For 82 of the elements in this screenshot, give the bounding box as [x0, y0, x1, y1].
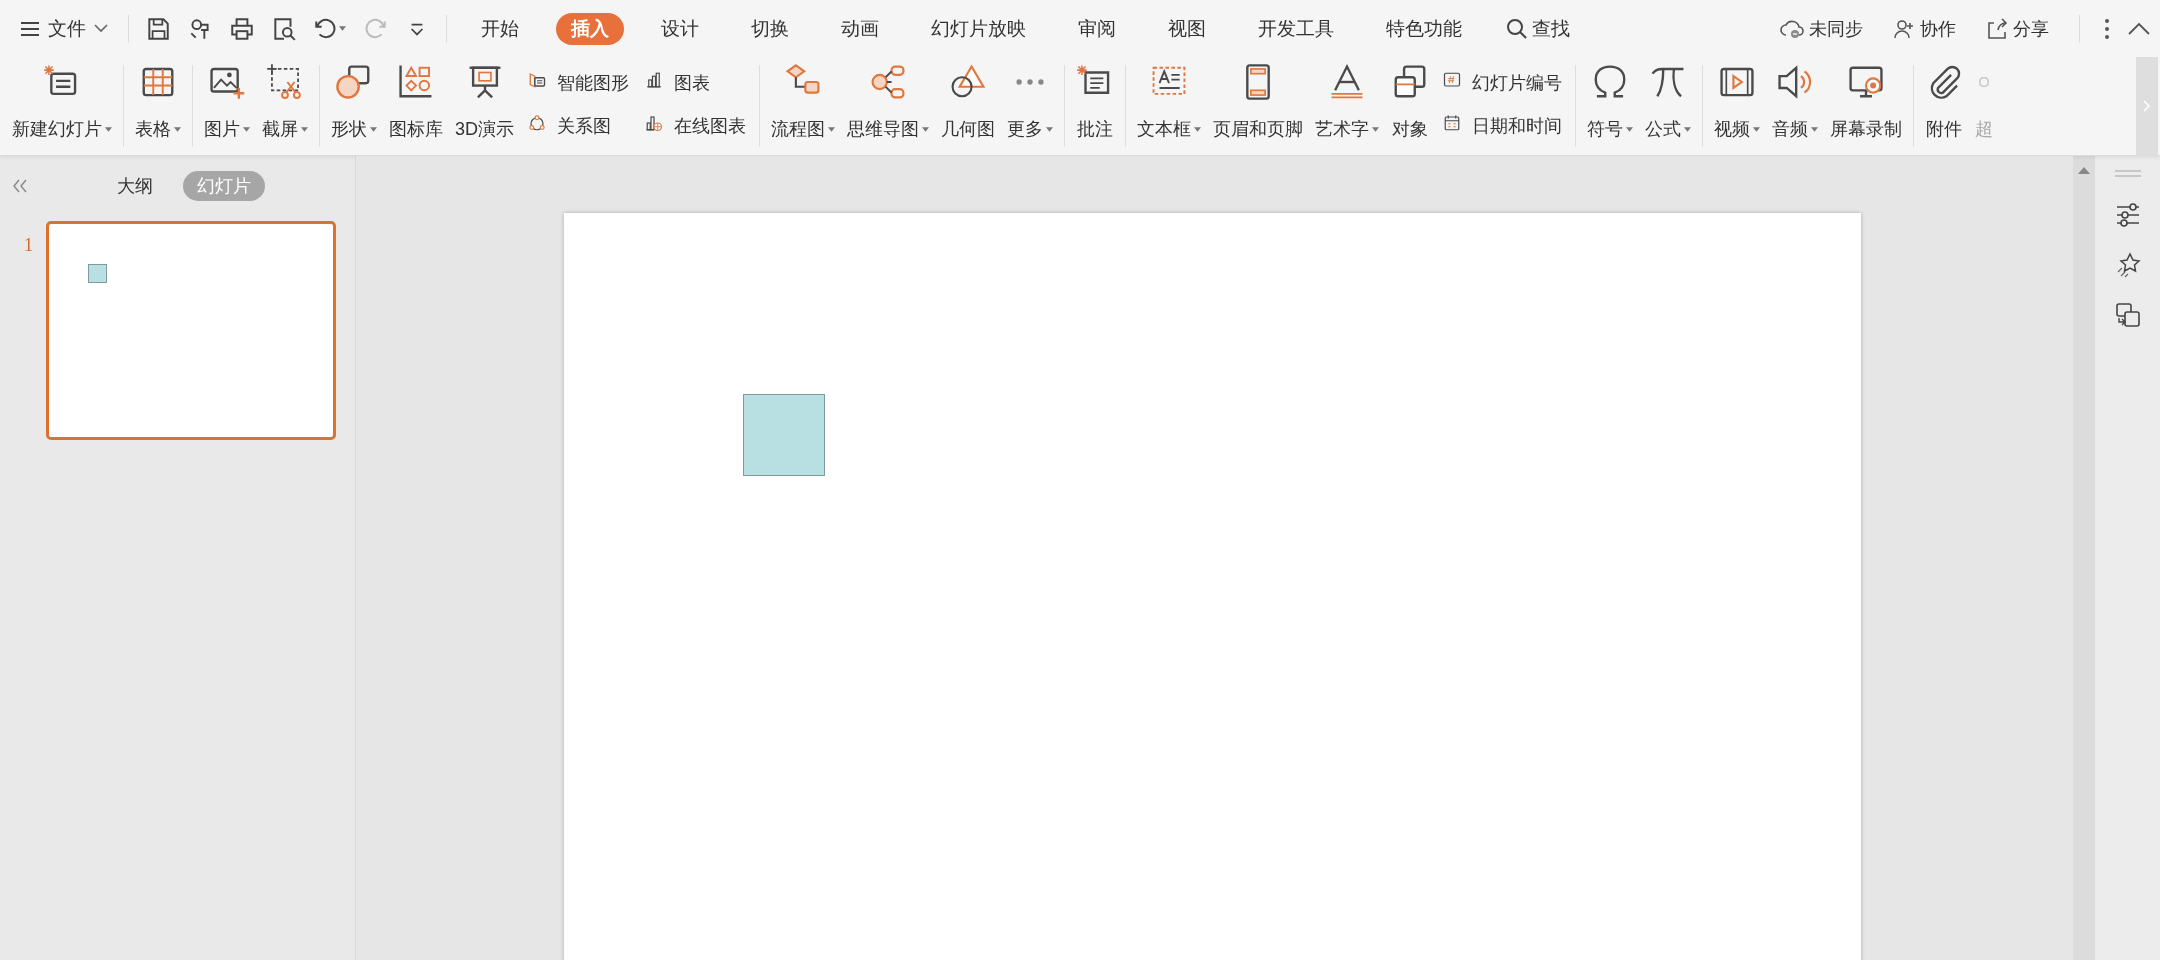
ribbon-button[interactable]: 视频	[1708, 57, 1766, 155]
ribbon-button[interactable]: 思维导图	[841, 57, 935, 155]
ribbon-tab[interactable]: 特色功能	[1371, 12, 1477, 45]
ribbon-button[interactable]: 3D演示	[449, 57, 520, 155]
switch-icon[interactable]	[2114, 302, 2141, 328]
ribbon-button[interactable]: 图标库	[383, 57, 449, 155]
collaborate-button[interactable]: 协作	[1887, 15, 1962, 42]
ribbon-button[interactable]: 几何图	[935, 57, 1001, 155]
caret-icon	[301, 126, 308, 132]
caret-icon	[1811, 126, 1818, 132]
mindmap-icon	[869, 63, 907, 101]
ribbon-button[interactable]: 新建幻灯片	[6, 57, 118, 155]
ribbon-button[interactable]: 图片	[198, 57, 256, 155]
ribbon-button[interactable]: 文本框	[1131, 57, 1207, 155]
file-menu[interactable]: 文件	[10, 9, 118, 48]
ribbon-button[interactable]: 屏幕录制	[1824, 57, 1908, 155]
ribbon-button[interactable]: 页眉和页脚	[1207, 57, 1309, 155]
caret-icon	[370, 126, 377, 132]
scrollbar[interactable]	[2073, 156, 2095, 960]
chevron-down-icon	[94, 24, 108, 33]
ribbon-button[interactable]: 音频	[1766, 57, 1824, 155]
ribbon-button[interactable]: 在线图表	[641, 111, 750, 140]
speaker-icon	[1776, 63, 1814, 101]
caret-icon	[105, 126, 112, 132]
ribbon-tab[interactable]: 视图	[1153, 12, 1221, 45]
caret-icon	[174, 126, 181, 132]
undo-caret-icon	[339, 26, 346, 31]
caret-icon	[1626, 126, 1633, 132]
ribbon-button[interactable]: 批注	[1070, 57, 1120, 155]
caret-icon	[1046, 126, 1053, 132]
settings-icon[interactable]	[2114, 202, 2141, 228]
ribbon-button[interactable]: 公式	[1639, 57, 1697, 155]
ribbon-button[interactable]: 表格	[129, 57, 187, 155]
share-button[interactable]: 分享	[1980, 15, 2055, 42]
caret-icon	[1753, 126, 1760, 132]
menu-icon	[20, 20, 40, 37]
slide-thumbnail[interactable]	[46, 221, 336, 440]
ribbon-button[interactable]: 流程图	[765, 57, 841, 155]
ribbon-button[interactable]: 关系图	[524, 111, 633, 140]
collapse-panel-icon[interactable]	[12, 179, 28, 193]
ribbon-button[interactable]: 符号	[1581, 57, 1639, 155]
print-preview-icon[interactable]	[271, 15, 297, 42]
partial-icon	[1979, 77, 1989, 87]
scissors-icon	[266, 63, 304, 101]
ribbon-tab[interactable]: 动画	[826, 12, 894, 45]
ribbon-tab[interactable]: 审阅	[1063, 12, 1131, 45]
ribbon-button[interactable]: 艺术字	[1309, 57, 1385, 155]
ribbon-button[interactable]: 对象	[1385, 57, 1435, 155]
caret-icon	[1194, 126, 1201, 132]
share-icon	[1986, 17, 2008, 40]
chevron-right-icon	[2143, 100, 2151, 112]
ribbon-tab[interactable]: 设计	[646, 12, 714, 45]
collapse-ribbon-icon[interactable]	[2128, 21, 2150, 36]
ribbon-button[interactable]: 智能图形	[524, 68, 633, 97]
caret-icon	[1372, 126, 1379, 132]
save-icon[interactable]	[145, 15, 171, 42]
ribbon-button[interactable]: 幻灯片编号	[1439, 68, 1566, 97]
ribbon-button[interactable]: 截屏	[256, 57, 314, 155]
ribbon-button[interactable]: 图表	[641, 68, 750, 97]
ribbon-button[interactable]: 形状	[325, 57, 383, 155]
panel-tab[interactable]: 大纲	[103, 171, 167, 201]
caret-icon	[1684, 126, 1691, 132]
search-button[interactable]: 查找	[1500, 14, 1576, 43]
scroll-up-icon[interactable]	[2078, 166, 2090, 174]
ribbon-button[interactable]: 更多	[1001, 57, 1059, 155]
ribbon-tab[interactable]: 开始	[466, 12, 534, 45]
caret-icon	[243, 126, 250, 132]
ribbon-tab[interactable]: 开发工具	[1243, 12, 1349, 45]
drag-handle-icon[interactable]	[2114, 170, 2141, 178]
ribbon-button[interactable]: 附件	[1919, 57, 1969, 155]
ribbon-tab[interactable]: 切换	[736, 12, 804, 45]
more-options-icon[interactable]	[2104, 17, 2110, 40]
search-icon	[1506, 17, 1528, 40]
print-icon[interactable]	[229, 15, 255, 42]
ribbon-button[interactable]: 日期和时间	[1439, 111, 1566, 140]
add-person-icon	[1893, 17, 1915, 40]
sync-status-button[interactable]: 未同步	[1774, 15, 1869, 42]
caret-icon	[922, 126, 929, 132]
slide-number: 1	[24, 235, 34, 256]
cloud-icon	[1780, 18, 1804, 39]
ribbon-tab[interactable]: 幻灯片放映	[916, 12, 1041, 45]
caret-icon	[828, 126, 835, 132]
